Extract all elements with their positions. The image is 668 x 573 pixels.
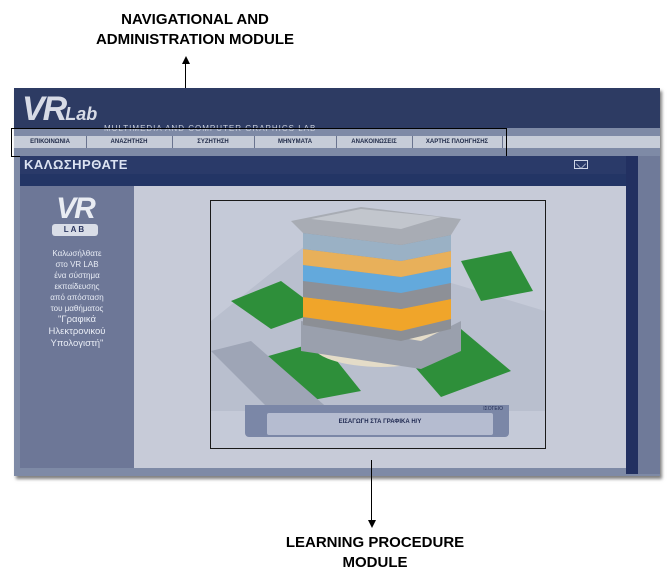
sidebar-logo-lab: LAB [52, 224, 98, 236]
sidebar-logo-vr: VR [56, 192, 96, 225]
learning-content-area: ΙΣΟΓΕΙΟ ΕΙΣΑΓΩΓΗ ΣΤΑ ΓΡΑΦΙΚΑ Η/Υ [134, 186, 626, 468]
sidebar-welcome-text: Καλωσήλθατε στο VR LAB ένα σύστημα εκπαί… [28, 248, 126, 350]
sidebar-line: από απόσταση [50, 293, 104, 302]
nav-module-callout: NAVIGATIONAL AND ADMINISTRATION MODULE [70, 10, 320, 50]
sidebar-course-line: Υπολογιστή" [50, 338, 104, 349]
building-image-frame: ΙΣΟΓΕΙΟ ΕΙΣΑΓΩΓΗ ΣΤΑ ΓΡΑΦΙΚΑ Η/Υ [210, 200, 546, 449]
right-border [626, 156, 638, 474]
logo-main: VR [22, 90, 67, 128]
welcome-bar: ΚΑΛΩΣΗΡΘΑΤΕ [20, 156, 626, 174]
sidebar: VR LAB Καλωσήλθατε στο VR LAB ένα σύστημ… [20, 186, 134, 468]
caption-floor-label: ΙΣΟΓΕΙΟ [483, 406, 503, 412]
callout-line: LEARNING PROCEDURE [285, 534, 465, 551]
sidebar-line: στο VR LAB [55, 260, 99, 269]
building-3d-image[interactable] [211, 201, 545, 411]
divider-bar [20, 174, 626, 186]
vrlab-logo: VRLab [22, 90, 97, 129]
sidebar-course-line: "Γραφικά [58, 314, 96, 325]
nav-module-highlight [11, 128, 507, 157]
arrow-up-icon [182, 56, 190, 64]
sidebar-line: του μαθήματος [50, 304, 104, 313]
welcome-title: ΚΑΛΩΣΗΡΘΑΤΕ [24, 157, 128, 172]
callout-arrow-line [371, 460, 372, 522]
learning-module-callout: LEARNING PROCEDURE MODULE [240, 533, 510, 573]
logo-small: Lab [65, 104, 98, 124]
app-header: VRLab [14, 88, 660, 128]
sidebar-course-line: Ηλεκτρονικού [48, 326, 106, 337]
sidebar-line: Καλωσήλθατε [52, 249, 102, 258]
arrow-down-icon [368, 520, 376, 528]
caption-text: ΕΙΣΑΓΩΓΗ ΣΤΑ ΓΡΑΦΙΚΑ Η/Υ [338, 419, 422, 425]
callout-line: MODULE [342, 554, 408, 571]
app-window: VRLab MULTIMEDIA AND COMPUTER GRAPHICS L… [11, 88, 660, 476]
mail-icon[interactable] [574, 160, 588, 169]
callout-line: ADMINISTRATION MODULE [95, 31, 295, 48]
sidebar-line: ένα σύστημα [54, 271, 100, 280]
caption-panel: ΙΣΟΓΕΙΟ ΕΙΣΑΓΩΓΗ ΣΤΑ ΓΡΑΦΙΚΑ Η/Υ [245, 405, 509, 437]
sidebar-logo: VR LAB [42, 192, 108, 238]
caption-inner[interactable]: ΕΙΣΑΓΩΓΗ ΣΤΑ ΓΡΑΦΙΚΑ Η/Υ [267, 413, 493, 435]
callout-line: NAVIGATIONAL AND [121, 11, 269, 28]
scrollbar-track[interactable] [638, 156, 660, 474]
sidebar-line: εκπαίδευσης [54, 282, 100, 291]
